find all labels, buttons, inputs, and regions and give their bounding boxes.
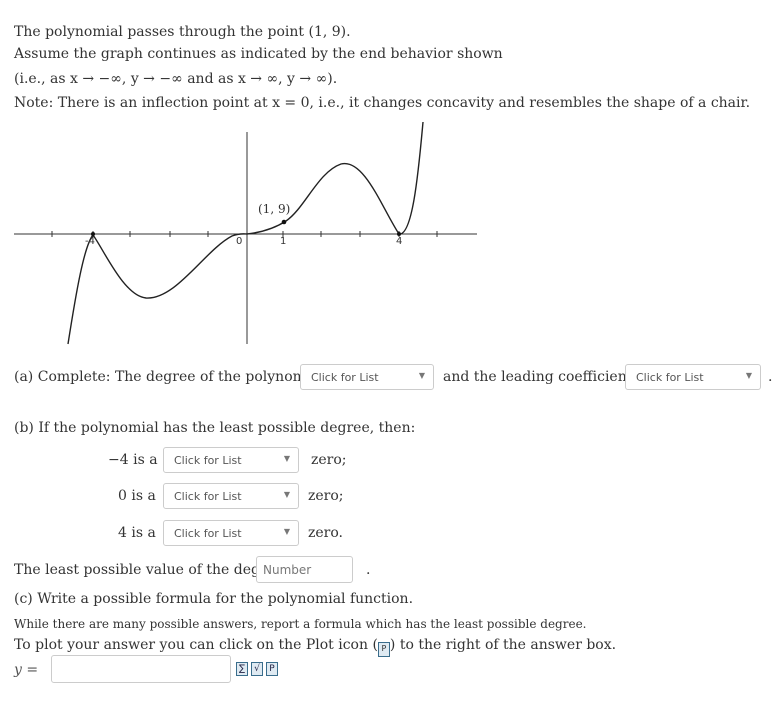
plot-icon: P [377,642,390,657]
chevron-down-icon: ▼ [418,371,425,380]
least-degree-end: . [366,562,371,578]
leading-coefficient-select[interactable]: Click for List ▼ [625,364,761,390]
part-c-note: While there are many possible answers, r… [14,617,587,631]
point-label: (1, 9) [258,202,290,216]
chevron-down-icon: ▼ [283,527,290,536]
tick-label-neg4: -4 [85,236,95,247]
zero-select-text: Click for List [174,527,242,540]
plot-icon[interactable]: P [266,662,278,676]
part-b-heading: (b) If the polynomial has the least poss… [14,420,416,436]
polynomial-curve [67,121,424,345]
part-a-end: . [768,369,773,385]
part-a-marker: (a) [14,369,34,385]
least-degree-input[interactable] [256,556,353,583]
tick-label-1: 1 [280,236,286,247]
zero-row-0-rhs: zero; [308,488,344,504]
point-marker [281,219,287,225]
plot-text-before: To plot your answer you can click on the… [14,637,378,653]
chevron-down-icon: ▼ [283,454,290,463]
part-a-label: (a) Complete: The degree of the polynomi… [14,369,339,385]
zero-type-select-neg4[interactable]: Click for List ▼ [163,447,299,473]
part-a-text2: and the leading coefficient is [443,369,649,385]
formula-field[interactable] [52,656,230,682]
coef-select-text: Click for List [636,371,704,384]
intro-line-3: (i.e., as x → −∞, y → −∞ and as x → ∞, y… [14,71,338,87]
intro-line-4: Note: There is an inflection point at x … [14,95,751,111]
tick-label-0: 0 [236,236,242,247]
degree-select[interactable]: Click for List ▼ [300,364,434,390]
zero-row-0-lhs: 0 is a [118,488,156,504]
least-degree-field[interactable] [257,557,352,582]
plot-text-after: ) to the right of the answer box. [389,637,617,653]
plot-instruction: To plot your answer you can click on the… [14,637,616,657]
part-a-text1: Complete: The degree of the polynomial i… [37,369,340,385]
chevron-down-icon: ▼ [283,490,290,499]
degree-select-text: Click for List [311,371,379,384]
intro-line-2: Assume the graph continues as indicated … [14,46,503,62]
zero-type-select-4[interactable]: Click for List ▼ [163,520,299,546]
part-c-heading: (c) Write a possible formula for the pol… [14,591,414,607]
formula-editor-icon[interactable]: ∑ [236,662,248,676]
tick-label-4: 4 [396,236,402,247]
zero-select-text: Click for List [174,490,242,503]
intro-line-1: The polynomial passes through the point … [14,24,351,40]
zero-row-neg4-lhs: −4 is a [108,452,158,468]
preview-icon[interactable]: √ [251,662,263,676]
zero-row-neg4-rhs: zero; [311,452,347,468]
y-label: y = [14,662,39,678]
zero-row-4-lhs: 4 is a [118,525,156,541]
chevron-down-icon: ▼ [745,371,752,380]
zero-row-4-rhs: zero. [308,525,343,541]
formula-input[interactable] [51,655,231,683]
zero-type-select-0[interactable]: Click for List ▼ [163,483,299,509]
zero-select-text: Click for List [174,454,242,467]
polynomial-graph: (1, 9) -4 0 1 4 [14,121,477,345]
